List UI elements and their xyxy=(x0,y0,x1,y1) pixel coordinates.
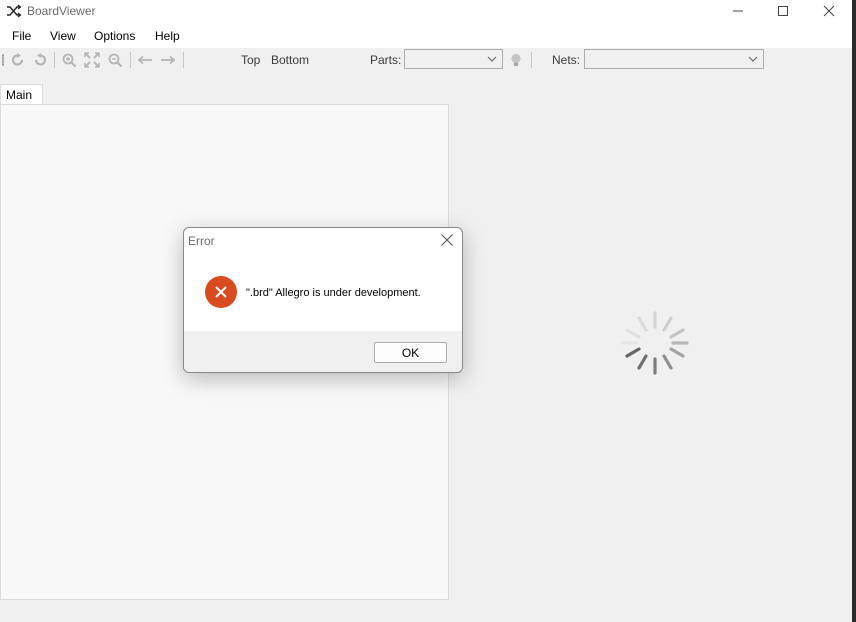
toolbar-separator xyxy=(54,52,55,68)
toolbar-grip[interactable] xyxy=(2,54,4,66)
error-dialog: Error ".brd" Allegro is under developmen… xyxy=(183,227,463,373)
maximize-icon xyxy=(778,6,788,16)
toolbar-separator xyxy=(130,52,131,68)
ok-button[interactable]: OK xyxy=(374,342,447,363)
app-window: BoardViewer File View Options Help Top B… xyxy=(0,0,852,622)
bottom-layer-button[interactable]: Bottom xyxy=(271,53,309,67)
tab-main[interactable]: Main xyxy=(0,84,43,105)
zoom-out-icon[interactable] xyxy=(107,52,123,68)
minimize-icon xyxy=(733,10,743,12)
toolbar-separator xyxy=(531,52,532,68)
chevron-down-icon xyxy=(487,56,497,62)
close-icon xyxy=(823,5,835,17)
zoom-in-icon[interactable] xyxy=(61,52,77,68)
nets-label: Nets: xyxy=(552,53,581,67)
error-icon xyxy=(205,276,237,308)
arrow-left-icon[interactable] xyxy=(137,52,153,68)
title-bar: BoardViewer xyxy=(0,0,852,24)
menu-view[interactable]: View xyxy=(50,29,76,43)
dialog-title: Error xyxy=(188,234,215,248)
rotate-ccw-icon[interactable] xyxy=(32,52,48,68)
parts-select[interactable] xyxy=(404,49,503,69)
menu-options[interactable]: Options xyxy=(94,29,135,43)
menu-bar: File View Options Help xyxy=(0,24,852,48)
menu-file[interactable]: File xyxy=(12,29,31,43)
lightbulb-icon[interactable] xyxy=(508,52,524,68)
top-layer-button[interactable]: Top xyxy=(241,53,260,67)
toolbar: Top Bottom Parts: Nets: xyxy=(0,48,852,72)
parts-label: Parts: xyxy=(370,53,402,67)
arrow-right-icon[interactable] xyxy=(160,52,176,68)
toolbar-separator xyxy=(183,52,184,68)
shuffle-icon xyxy=(6,3,22,19)
menu-help[interactable]: Help xyxy=(155,29,180,43)
close-button[interactable] xyxy=(806,0,852,22)
nets-select[interactable] xyxy=(584,49,764,69)
window-title: BoardViewer xyxy=(27,4,96,18)
chevron-down-icon xyxy=(748,56,758,62)
zoom-fit-icon[interactable] xyxy=(84,52,100,68)
loading-spinner-icon xyxy=(621,311,689,375)
background-window-edge xyxy=(852,0,856,622)
dialog-message: ".brd" Allegro is under development. xyxy=(246,287,421,299)
maximize-button[interactable] xyxy=(760,0,806,22)
rotate-cw-icon[interactable] xyxy=(10,52,26,68)
dialog-footer: OK xyxy=(184,331,462,372)
dialog-close-icon[interactable] xyxy=(440,233,454,247)
minimize-button[interactable] xyxy=(715,0,761,22)
